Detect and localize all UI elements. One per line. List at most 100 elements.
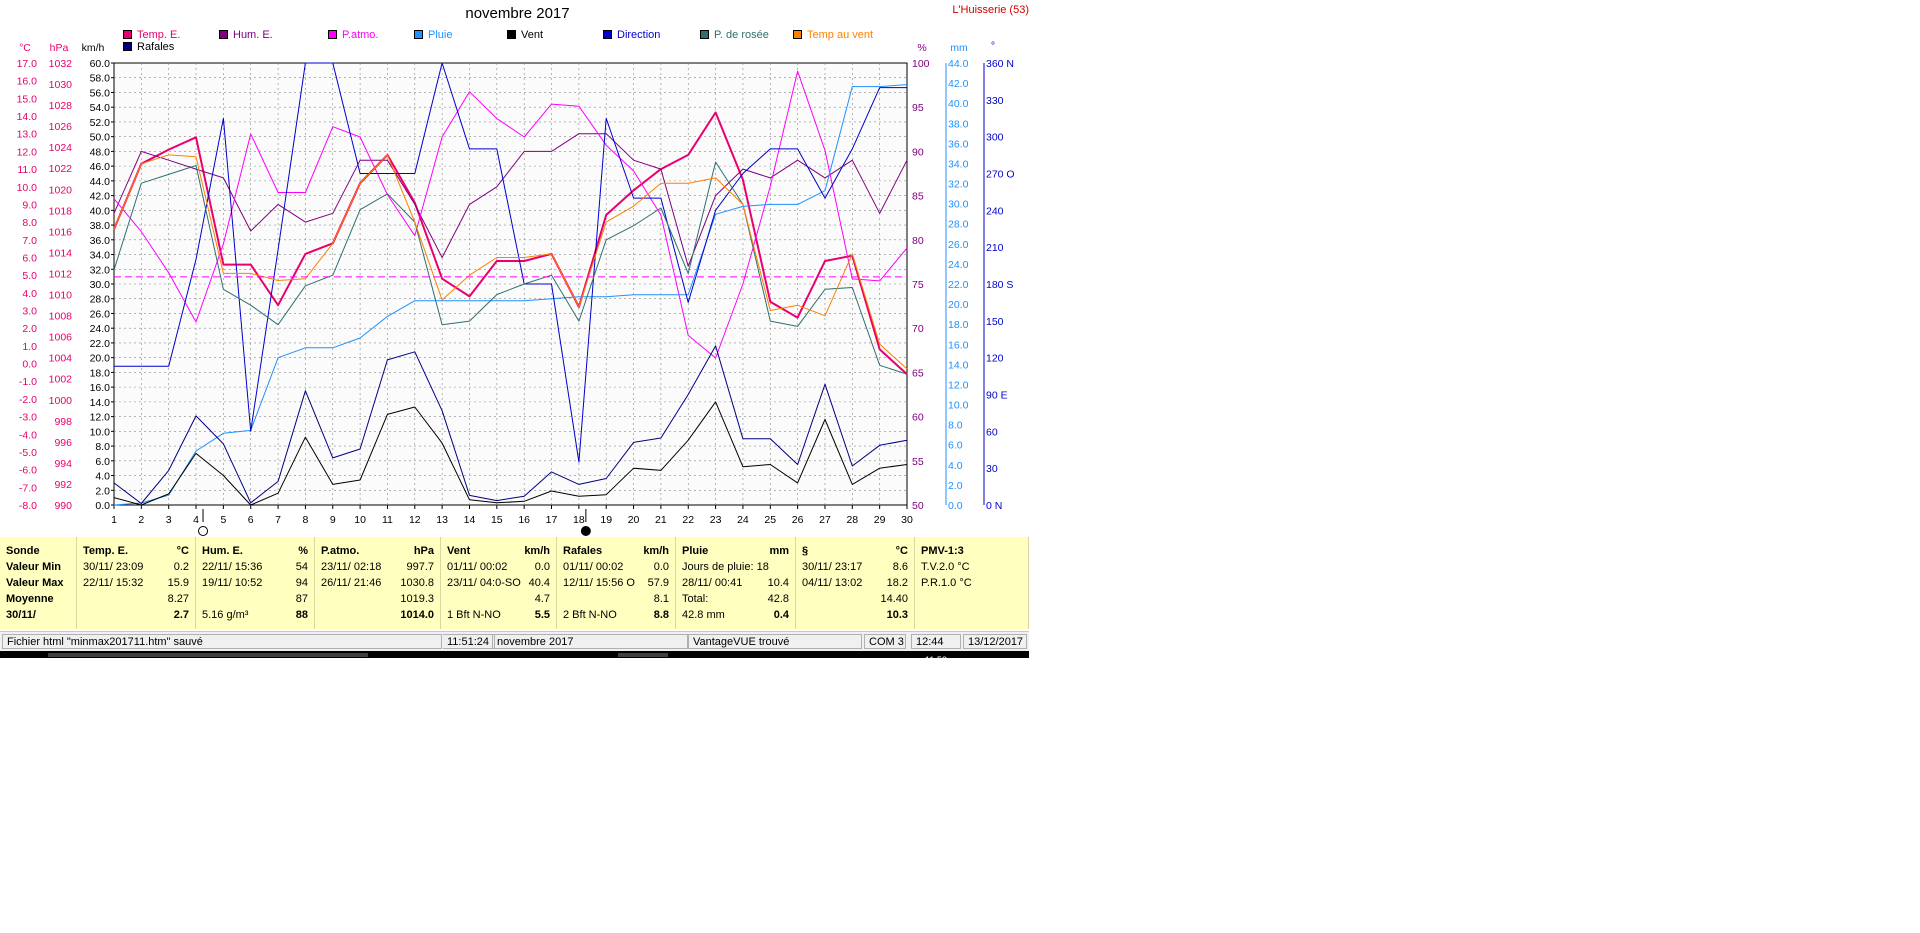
wind-axis-tick: 30.0 [90, 279, 111, 291]
x-axis-tick: 10 [354, 514, 366, 526]
pressure-axis-tick: 1008 [49, 311, 73, 323]
rain-axis-tick: 28.0 [948, 219, 969, 231]
summary-cell-value: 0.0 [534, 561, 550, 573]
legend-item: Pluie [414, 29, 452, 41]
summary-cell-value: 1030.8 [400, 577, 434, 589]
rain-axis-tick: 18.0 [948, 319, 969, 331]
legend-item: P. de rosée [700, 29, 769, 41]
pressure-axis-tick: 1028 [49, 100, 73, 112]
legend-label: Pluie [428, 29, 453, 41]
humidity-axis-tick: 60 [912, 412, 924, 424]
temp-axis-tick: 16.0 [17, 76, 38, 88]
summary-cell: 01/11/ 00:02 0.0 [447, 559, 550, 575]
legend-swatch [603, 30, 612, 39]
summary-column-title: P.atmo. [321, 545, 360, 557]
summary-cell: 2 Bft N-NO 8.8 [563, 607, 669, 623]
humidity-axis-tick: 65 [912, 367, 924, 379]
summary-cell-value: 57.9 [647, 577, 669, 589]
x-axis-tick: 12 [409, 514, 421, 526]
wind-axis-tick: 40.0 [90, 205, 111, 217]
direction-axis-tick: 90 E [986, 390, 1008, 402]
wind-axis-tick: 54.0 [90, 102, 111, 114]
pressure-axis-tick: 992 [54, 479, 72, 491]
summary-column-header: § °C [802, 543, 908, 559]
wind-axis-tick: 24.0 [90, 323, 111, 335]
summary-cell-value: 0.2 [173, 561, 189, 573]
rain-axis-tick: 36.0 [948, 138, 969, 150]
chart-legend: Temp. E. Hum. E. P.atmo. Pluie Vent Direction… [123, 29, 883, 59]
x-axis-tick: 21 [655, 514, 667, 526]
summary-row-labels: Sonde Valeur Min Valeur Max Moyenne 30/1… [0, 537, 77, 629]
temp-axis-tick: -5.0 [19, 447, 37, 459]
x-axis-tick: 18 [573, 514, 585, 526]
summary-cell: P.R.1.0 °C [921, 575, 1022, 591]
summary-column-unit: mm [769, 545, 789, 557]
summary-cell-label: 1 Bft N-NO [447, 609, 501, 621]
summary-cell: 2.7 [83, 607, 189, 623]
summary-cell-value: 10.3 [886, 609, 908, 621]
wind-axis-tick: 46.0 [90, 161, 111, 173]
direction-axis-tick: 240 [986, 205, 1004, 217]
legend-item: Rafales [123, 41, 174, 53]
summary-cell-label: 12/11/ 15:56 O [563, 577, 635, 589]
humidity-axis-tick: 85 [912, 191, 924, 203]
summary-column-title: Temp. E. [83, 545, 129, 557]
summary-column-title: Hum. E. [202, 545, 243, 557]
rain-axis-tick: 4.0 [948, 460, 963, 472]
wind-axis-tick: 8.0 [95, 441, 110, 453]
pressure-axis-tick: 1032 [49, 58, 73, 70]
legend-label: P. de rosée [714, 29, 769, 41]
temp-axis-tick: 17.0 [17, 58, 38, 70]
summary-cell-value: 1019.3 [400, 593, 434, 605]
summary-column-title: Rafales [563, 545, 603, 557]
summary-cell: 04/11/ 13:02 18.2 [802, 575, 908, 591]
wind-unit-label: km/h [82, 42, 105, 54]
legend-label: Temp. E. [137, 29, 181, 41]
summary-cell: 30/11/ 23:09 0.2 [83, 559, 189, 575]
temp-axis-tick: -7.0 [19, 482, 37, 494]
summary-cell-value: 0.0 [653, 561, 669, 573]
temp-axis-tick: 10.0 [17, 182, 38, 194]
direction-axis-tick: 0 N [986, 500, 1002, 512]
summary-cell-value: 997.7 [406, 561, 434, 573]
summary-column-title: Pluie [682, 545, 709, 557]
status-date: 13/12/2017 [963, 634, 1027, 649]
rain-axis-tick: 2.0 [948, 480, 963, 492]
wind-axis-tick: 10.0 [90, 426, 111, 438]
summary-cell: Total: 42.8 [682, 591, 789, 607]
wind-axis-tick: 0.0 [95, 500, 110, 512]
x-axis-tick: 19 [600, 514, 612, 526]
summary-columns: Temp. E. °C 30/11/ 23:09 0.2 22/11/ 15:32 15.… [77, 537, 1029, 629]
summary-column-unit: °C [176, 545, 189, 557]
temp-axis-tick: -4.0 [19, 429, 37, 441]
legend-swatch [700, 30, 709, 39]
x-axis-tick: 22 [682, 514, 694, 526]
weather-app-window: 17.0 16.0 15.0 14.0 13.0 12.0 11.0 10.0 9.0 8.0 7.… [0, 0, 1029, 665]
summary-cell-label: 01/11/ 00:02 [447, 561, 508, 573]
temp-axis-tick: 3.0 [22, 306, 37, 318]
x-axis-tick: 17 [546, 514, 558, 526]
wind-axis-tick: 36.0 [90, 235, 111, 247]
pressure-axis-tick: 998 [54, 416, 72, 428]
summary-column-header: Rafales km/h [563, 543, 669, 559]
legend-swatch [793, 30, 802, 39]
pressure-axis-tick: 1002 [49, 374, 73, 386]
temp-axis-tick: 9.0 [22, 199, 37, 211]
wind-axis-tick: 56.0 [90, 87, 111, 99]
wind-axis-tick: 6.0 [95, 456, 110, 468]
summary-column-header: Temp. E. °C [83, 543, 189, 559]
rain-axis-tick: 10.0 [948, 400, 969, 412]
pressure-axis-tick: 1030 [49, 79, 73, 91]
summary-column-header: Vent km/h [447, 543, 550, 559]
wind-axis-tick: 28.0 [90, 294, 111, 306]
direction-unit-label: ° [991, 40, 995, 52]
legend-swatch [414, 30, 423, 39]
temp-axis-tick: 7.0 [22, 235, 37, 247]
summary-cell: 1019.3 [321, 591, 434, 607]
x-axis-tick: 4 [193, 514, 199, 526]
wind-axis-tick: 48.0 [90, 146, 111, 158]
pressure-axis-tick: 1006 [49, 332, 73, 344]
pressure-axis-tick: 1000 [49, 395, 73, 407]
pressure-axis-tick: 994 [54, 458, 72, 470]
humidity-unit-label: % [917, 42, 926, 54]
